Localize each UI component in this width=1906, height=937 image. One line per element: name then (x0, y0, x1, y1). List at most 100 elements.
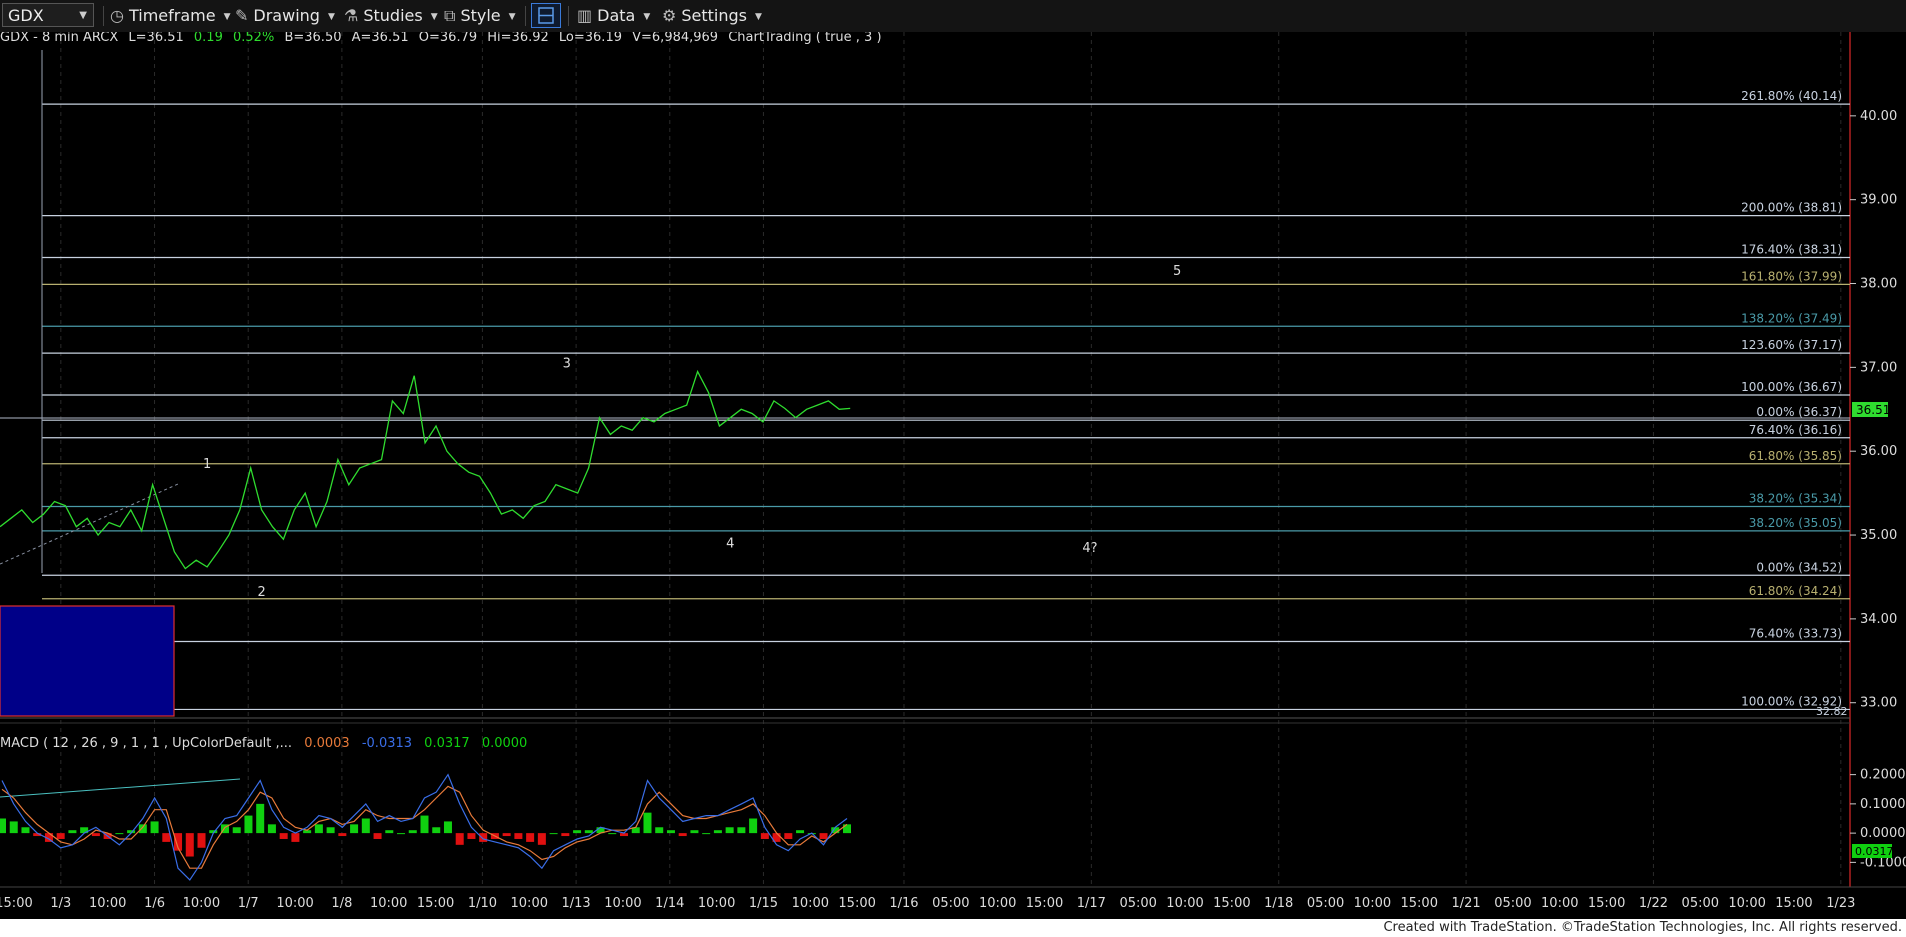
time-tick-label: 10:00 (792, 896, 829, 911)
fib-level-label: 61.80% (34.24) (1749, 584, 1842, 598)
price-tick-label: 37.00 (1860, 360, 1897, 375)
fib-level-label: 0.00% (36.37) (1756, 405, 1842, 419)
studies-button[interactable]: ⚗ Studies ▼ (344, 4, 438, 28)
time-tick-label: 10:00 (698, 896, 735, 911)
layout-toggle-button[interactable] (531, 3, 561, 28)
macd-histogram-bar (737, 827, 746, 834)
macd-histogram-bar (373, 833, 382, 839)
macd-histogram-bar (68, 830, 77, 834)
chevron-down-icon: ▼ (327, 11, 335, 22)
macd-histogram-bar (385, 830, 394, 834)
macd-histogram-bar (443, 821, 452, 834)
fib-level-label: 100.00% (36.67) (1741, 380, 1842, 394)
macd-histogram-bar (0, 818, 6, 834)
macd-tick-label: 0.1000 (1860, 797, 1906, 812)
macd-histogram-bar (666, 830, 675, 834)
data-label: Data (597, 6, 636, 25)
macd-last-badge-text: 0.0317 (1855, 845, 1894, 858)
bar-chart-icon: ▥ (577, 6, 593, 25)
chevron-down-icon: ▼ (754, 11, 762, 22)
macd-histogram-bar (526, 833, 535, 842)
time-tick-label: 15:00 (1775, 896, 1812, 911)
fib-level-label: 261.80% (40.14) (1741, 89, 1842, 103)
price-tick-label: 36.00 (1860, 444, 1897, 459)
time-tick-label: 1/10 (468, 896, 497, 911)
time-tick-label: 10:00 (183, 896, 220, 911)
target-zone-box[interactable] (0, 605, 175, 717)
style-button[interactable]: ⧉ Style ▼ (444, 4, 516, 28)
ask-value: A=36.51 (352, 32, 409, 45)
time-tick-label: 15:00 (1588, 896, 1625, 911)
time-tick-label: 05:00 (932, 896, 969, 911)
time-tick-label: 1/15 (749, 896, 778, 911)
pencil-icon: ✎ (235, 6, 249, 25)
settings-button[interactable]: ⚙ Settings ▼ (662, 4, 762, 28)
price-tick-label: 39.00 (1860, 193, 1897, 208)
price-tick-label: 33.00 (1860, 696, 1897, 711)
macd-histogram-bar (115, 833, 124, 835)
wave-label: 2 (257, 585, 265, 600)
change-value: 0.19 (194, 32, 223, 45)
macd-histogram-bar (91, 833, 100, 837)
wave-label: 1 (203, 457, 211, 472)
macd-histogram-bar (467, 833, 476, 839)
wave-label: 4? (1082, 541, 1097, 556)
last-price-badge-text: 36.51 (1856, 403, 1890, 417)
fib-level-label: 0.00% (34.52) (1756, 560, 1842, 574)
price-tick-label: 34.00 (1860, 612, 1897, 627)
price-tick-label: 35.00 (1860, 528, 1897, 543)
wave-label: 3 (563, 356, 571, 371)
drawing-button[interactable]: ✎ Drawing ▼ (235, 4, 335, 28)
macd-histogram-bar (244, 815, 253, 834)
timeframe-button[interactable]: ◷ Timeframe ▼ (110, 4, 231, 28)
macd-header: MACD ( 12 , 26 , 9 , 1 , 1 , UpColorDefa… (0, 736, 527, 751)
macd-histogram-bar (690, 830, 699, 834)
price-chart[interactable]: GDX - 8 min ARCX L=36.51 0.19 0.52% B=36… (0, 32, 1906, 919)
time-tick-label: 1/8 (331, 896, 352, 911)
data-button[interactable]: ▥ Data ▼ (577, 4, 650, 28)
macd-histogram-bar (279, 833, 288, 839)
time-tick-label: 15:00 (838, 896, 875, 911)
time-tick-label: 10:00 (89, 896, 126, 911)
clock-icon: ◷ (110, 6, 124, 25)
symbol-selector[interactable]: GDX ▼ (2, 3, 94, 27)
time-tick-label: 1/7 (238, 896, 259, 911)
macd-histogram-bar (150, 821, 159, 834)
macd-histogram-bar (338, 833, 347, 837)
fib-level-label: 76.40% (33.73) (1749, 627, 1842, 641)
macd-last-marker: 0.0317 (1852, 844, 1894, 858)
macd-diff-value: 0.0317 (424, 736, 470, 751)
macd-zero-value: 0.0000 (482, 736, 528, 751)
macd-histogram-bar (314, 824, 323, 834)
macd-histogram-bar (479, 833, 488, 842)
time-tick-label: 05:00 (1494, 896, 1531, 911)
last-price-value: L=36.51 (128, 32, 183, 45)
time-tick-label: 10:00 (1728, 896, 1765, 911)
macd-histogram-bar (350, 824, 359, 834)
macd-histogram-bar (267, 824, 276, 834)
wave-label: 4 (726, 537, 734, 552)
macd-histogram-bar (197, 833, 206, 848)
timeframe-label: Timeframe (128, 6, 216, 25)
wave-label: 5 (1173, 264, 1181, 279)
fib-level-label: 138.20% (37.49) (1741, 311, 1842, 325)
macd-signal-value: -0.0313 (362, 736, 412, 751)
macd-histogram-bar (21, 827, 30, 834)
macd-histogram-bar (291, 833, 300, 842)
macd-histogram-bar (760, 833, 769, 839)
footer: Created with TradeStation. ©TradeStation… (0, 919, 1906, 937)
time-tick-label: 15:00 (1213, 896, 1250, 911)
chevron-down-icon: ▼ (79, 10, 87, 21)
time-tick-label: 10:00 (370, 896, 407, 911)
time-tick-label: 1/13 (561, 896, 590, 911)
time-tick-label: 10:00 (1354, 896, 1391, 911)
time-tick-label: 05:00 (1307, 896, 1344, 911)
high-value: Hi=36.92 (487, 32, 549, 45)
time-tick-label: 1/23 (1826, 896, 1855, 911)
fib-level-label: 38.20% (35.34) (1749, 492, 1842, 506)
fib-level-label: 176.40% (38.31) (1741, 243, 1842, 257)
low-value: Lo=36.19 (559, 32, 622, 45)
macd-histogram-bar (819, 833, 828, 839)
time-tick-label: 1/22 (1639, 896, 1668, 911)
macd-tick-label: 0.0000 (1860, 826, 1906, 841)
